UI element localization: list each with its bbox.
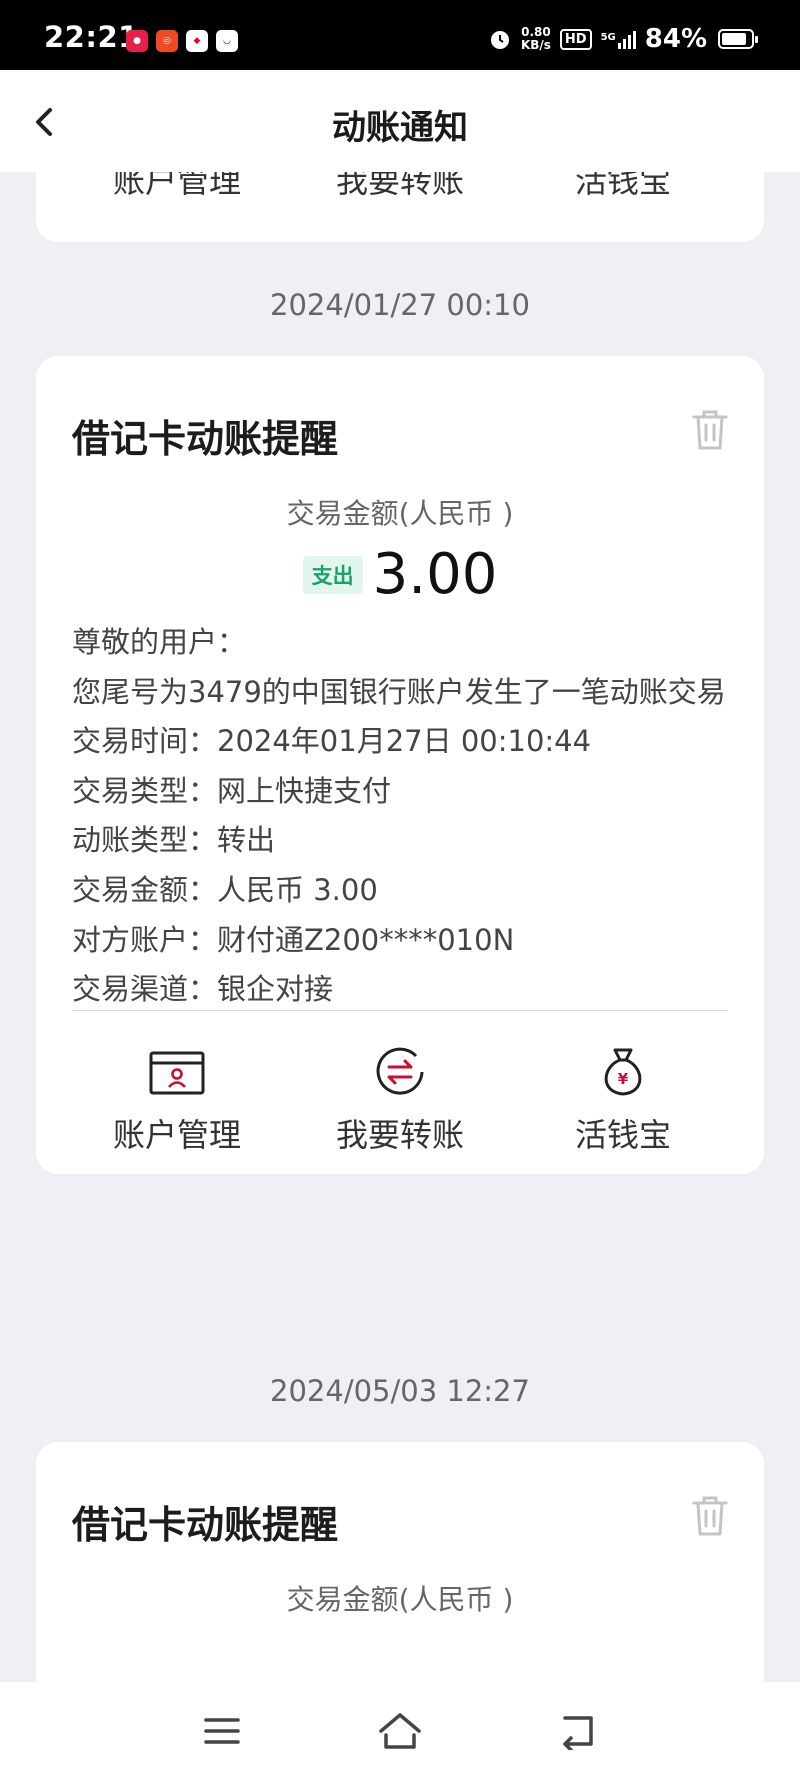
- detail-amount: 交易金额：人民币 3.00: [72, 872, 378, 907]
- detail-direction: 动账类型：转出: [72, 823, 276, 858]
- detail-counterparty: 对方账户：财付通Z200****010N: [72, 922, 515, 957]
- status-bar: 22:21 ● ◎ ◆ ◡ 0.80 KB/s HD 5G 84%: [0, 0, 800, 70]
- alarm-icon: [490, 31, 509, 49]
- hd-icon: HD: [559, 28, 592, 50]
- app-icon-red: ●: [126, 30, 148, 52]
- svg-text:¥: ¥: [618, 1070, 629, 1088]
- net-speed: 0.80 KB/s: [520, 25, 551, 52]
- amount-label: 交易金额(人民币 ): [286, 1583, 514, 1616]
- battery-icon: [718, 29, 758, 49]
- notification-date: 2024/01/27 00:10: [270, 288, 530, 322]
- network-type: 5G: [600, 32, 616, 43]
- detail-channel: 交易渠道：银企对接: [72, 972, 334, 1007]
- transaction-amount: 3.00: [372, 542, 498, 607]
- home-button[interactable]: [370, 1706, 430, 1756]
- system-nav-bar: [0, 1682, 800, 1778]
- detail-type: 交易类型：网上快捷支付: [72, 773, 392, 808]
- battery-fill: [722, 33, 746, 45]
- notification-list[interactable]: 账户管理 我要转账 活钱宝 2024/01/27 00:10 借记卡动账提醒 交…: [0, 172, 800, 1682]
- transaction-details: 尊敬的用户： 您尾号为3479的中国银行账户发生了一笔动账交易 交易时间：202…: [72, 618, 732, 1015]
- back-icon: [563, 1716, 593, 1750]
- app-icon-map: ◆: [186, 30, 208, 52]
- card-actions: 账户管理 我要转账 活钱宝: [36, 172, 764, 202]
- home-icon: [379, 1713, 421, 1749]
- notification-card: 借记卡动账提醒 交易金额(人民币 ) 支出 3.00 尊敬的用户： 您尾号为34…: [36, 356, 764, 1174]
- amount-row: 支出 3.00: [36, 542, 764, 607]
- system-back-button[interactable]: [548, 1706, 608, 1756]
- divider: [72, 1010, 728, 1011]
- app-icon-mail: ◡: [216, 30, 238, 52]
- battery-percent: 84%: [644, 24, 707, 54]
- status-right: 0.80 KB/s HD 5G 84%: [488, 24, 758, 54]
- notification-card: 借记卡动账提醒 交易金额(人民币 ): [36, 1442, 764, 1682]
- detail-message: 您尾号为3479的中国银行账户发生了一笔动账交易: [72, 674, 726, 709]
- account-card-icon: [149, 1051, 205, 1095]
- transfer-button[interactable]: 我要转账: [325, 1042, 475, 1156]
- status-time: 22:21: [44, 20, 139, 54]
- trash-icon: [692, 410, 728, 450]
- huoqianbao-button[interactable]: 活钱宝: [548, 172, 698, 202]
- transfer-icon: [376, 1047, 424, 1095]
- trash-icon: [692, 1496, 728, 1536]
- detail-time: 交易时间：2024年01月27日 00:10:44: [72, 724, 592, 759]
- notification-card-partial: 账户管理 我要转账 活钱宝: [36, 172, 764, 242]
- notification-date: 2024/05/03 12:27: [270, 1374, 530, 1408]
- menu-icon: [204, 1718, 240, 1744]
- detail-greeting: 尊敬的用户：: [72, 625, 247, 659]
- transfer-button[interactable]: 我要转账: [325, 172, 475, 202]
- card-title: 借记卡动账提醒: [72, 417, 339, 461]
- page-title: 动账通知: [332, 108, 468, 148]
- expense-badge: 支出: [302, 555, 363, 594]
- money-bag-icon: ¥: [604, 1048, 642, 1096]
- huoqianbao-button[interactable]: ¥ 活钱宝: [548, 1042, 698, 1156]
- delete-button[interactable]: [690, 1494, 730, 1538]
- card-actions: 账户管理 我要转账 ¥ 活钱宝: [36, 1042, 764, 1156]
- amount-label: 交易金额(人民币 ): [286, 497, 514, 530]
- status-app-icons: ● ◎ ◆ ◡: [126, 30, 238, 52]
- app-icon-orange: ◎: [156, 30, 178, 52]
- card-title: 借记卡动账提醒: [72, 1503, 339, 1547]
- account-manage-button[interactable]: 账户管理: [102, 172, 252, 202]
- signal-icon: [617, 29, 636, 49]
- menu-button[interactable]: [192, 1706, 252, 1756]
- delete-button[interactable]: [690, 408, 730, 452]
- account-manage-button[interactable]: 账户管理: [102, 1042, 252, 1156]
- header: 动账通知: [0, 70, 800, 172]
